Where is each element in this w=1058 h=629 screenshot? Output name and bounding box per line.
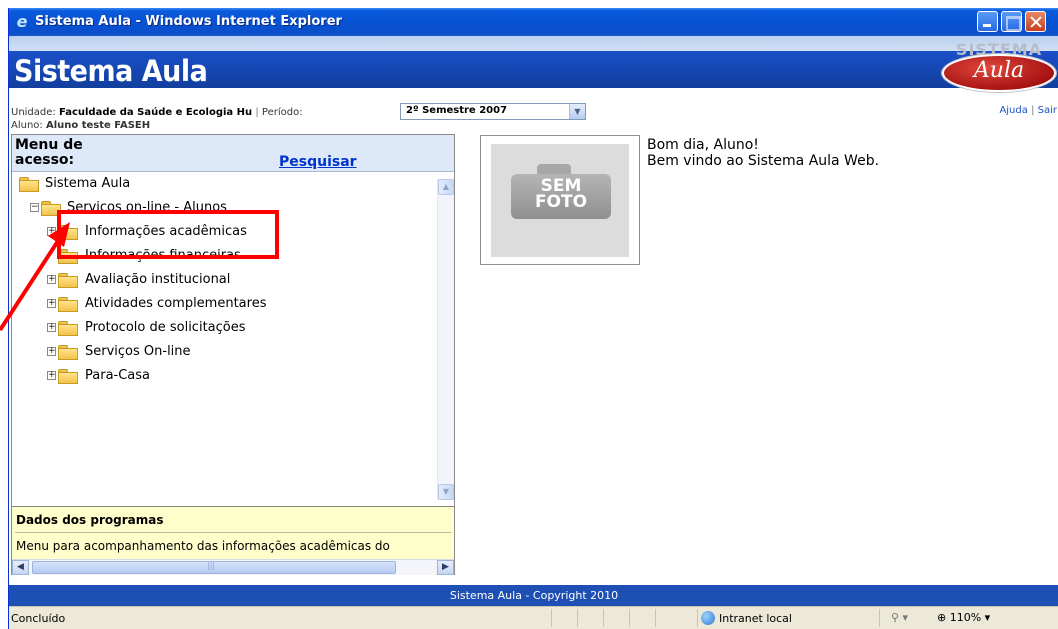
folder-icon (58, 273, 78, 288)
links-separator: | (1031, 105, 1035, 116)
program-data-box: Dados dos programas Menu para acompanham… (12, 506, 454, 559)
folder-icon (58, 321, 78, 336)
menu-title: Menu de acesso: (15, 137, 83, 168)
periodo-label: Período: (261, 107, 303, 118)
tree-item-atividades-complementares[interactable]: + Atividades complementares (47, 294, 307, 314)
status-divider (629, 609, 630, 627)
tree-item-avaliacao-institucional[interactable]: + Avaliação institucional (47, 270, 287, 290)
status-text: Concluído (11, 612, 66, 625)
menu-panel: Menu de acesso: Pesquisar Sistema Aula −… (11, 134, 455, 575)
security-zone[interactable]: Intranet local (701, 611, 792, 625)
unidade-line: Unidade: Faculdade da Saúde e Ecologia H… (11, 107, 303, 118)
chevron-down-icon[interactable]: ▼ (569, 104, 585, 119)
zoom-control[interactable]: ⊕ 110% ▾ (937, 611, 990, 624)
data-box-text: Menu para acompanhamento das informações… (16, 539, 390, 553)
separator: | (255, 107, 259, 118)
folder-icon (58, 369, 78, 384)
brand-logo-script: Aula (973, 58, 1025, 83)
highlight-box (57, 210, 279, 259)
help-link[interactable]: Ajuda (999, 105, 1027, 116)
no-photo-text: SEM FOTO (511, 178, 611, 212)
expand-icon[interactable]: + (47, 347, 56, 356)
expand-icon[interactable]: + (47, 299, 56, 308)
zone-label: Intranet local (719, 612, 792, 625)
site-title: Sistema Aula (14, 54, 208, 89)
header-top-band (9, 36, 1058, 51)
welcome-text: Bem vindo ao Sistema Aula Web. (647, 153, 880, 169)
tree-item-para-casa[interactable]: + Para-Casa (47, 366, 247, 386)
maximize-button[interactable] (1001, 11, 1022, 32)
status-divider (577, 609, 578, 627)
scroll-down-icon[interactable]: ▼ (438, 484, 454, 500)
exit-link[interactable]: Sair (1038, 105, 1057, 116)
horizontal-scrollbar[interactable]: ◀ ▶ (12, 559, 454, 575)
zoom-level: 110% (949, 611, 982, 624)
ie-logo-icon: e (16, 12, 28, 31)
tree-item-sistema-aula[interactable]: Sistema Aula (19, 174, 219, 194)
photo-placeholder: SEM FOTO (491, 144, 629, 257)
close-button[interactable] (1025, 11, 1046, 32)
tree-item-label: Avaliação institucional (85, 272, 231, 287)
tree-item-label: Atividades complementares (85, 296, 267, 311)
status-bar: Concluído Intranet local ⚲ ▾ ⊕ 110% ▾ (9, 606, 1058, 629)
folder-icon (58, 345, 78, 360)
brand-logo: SISTEMA Aula (938, 36, 1058, 96)
tree-item-label: Sistema Aula (45, 176, 131, 191)
unidade-label: Unidade: (11, 107, 56, 118)
copyright-text: Sistema Aula - Copyright 2010 (449, 589, 619, 602)
aluno-value: Aluno teste FASEH (45, 120, 151, 131)
folder-icon (19, 177, 39, 192)
browser-window: e Sistema Aula - Windows Internet Explor… (8, 8, 1058, 629)
menu-header: Menu de acesso: Pesquisar (12, 135, 454, 172)
expand-icon[interactable]: + (47, 275, 56, 284)
periodo-value: 2º Semestre 2007 (406, 105, 508, 116)
greeting: Bom dia, Aluno! (647, 137, 759, 153)
collapse-icon[interactable]: − (30, 203, 39, 212)
status-divider (603, 609, 604, 627)
tree-item-label: Protocolo de solicitações (85, 320, 246, 335)
status-divider (655, 609, 656, 627)
status-divider (551, 609, 552, 627)
protected-mode-icon[interactable]: ⚲ ▾ (891, 611, 908, 624)
tree-item-protocolo-solicitacoes[interactable]: + Protocolo de solicitações (47, 318, 307, 338)
aluno-line: Aluno: Aluno teste FASEH (11, 120, 150, 131)
welcome-message: Bom dia, Aluno! Bem vindo ao Sistema Aul… (647, 137, 879, 169)
status-divider (879, 609, 880, 627)
expand-icon[interactable]: + (47, 323, 56, 332)
aluno-label: Aluno: (11, 120, 43, 131)
data-box-title: Dados dos programas (16, 513, 164, 527)
tree-item-label: Para-Casa (85, 368, 151, 383)
student-photo: SEM FOTO (480, 135, 640, 265)
status-divider (697, 609, 698, 627)
vertical-scrollbar[interactable]: ▲ ▼ (437, 179, 454, 500)
folder-icon (58, 297, 78, 312)
periodo-select[interactable]: 2º Semestre 2007 ▼ (400, 103, 586, 120)
scroll-right-icon[interactable]: ▶ (437, 560, 454, 575)
footer-bar: Sistema Aula - Copyright 2010 (9, 585, 1058, 606)
expand-icon[interactable]: + (47, 227, 56, 236)
divider (15, 532, 451, 533)
window-title: Sistema Aula - Windows Internet Explorer (35, 14, 342, 29)
tree-item-servicos-online[interactable]: + Serviços On-line (47, 342, 247, 362)
globe-icon (701, 611, 715, 625)
title-bar[interactable]: e Sistema Aula - Windows Internet Explor… (9, 8, 1058, 36)
info-bar: Unidade: Faculdade da Saúde e Ecologia H… (9, 102, 1058, 131)
tree-item-label: Serviços On-line (85, 344, 191, 359)
expand-icon[interactable]: + (47, 371, 56, 380)
site-header: Sistema Aula SISTEMA Aula (9, 36, 1058, 102)
no-photo-line2: FOTO (534, 192, 588, 212)
scroll-left-icon[interactable]: ◀ (12, 560, 29, 575)
scroll-up-icon[interactable]: ▲ (438, 179, 454, 195)
minimize-button[interactable] (977, 11, 998, 32)
search-link[interactable]: Pesquisar (279, 154, 357, 170)
header-links: Ajuda | Sair (999, 105, 1057, 116)
scroll-thumb[interactable] (32, 561, 396, 574)
unidade-value: Faculdade da Saúde e Ecologia Hu (58, 107, 253, 118)
